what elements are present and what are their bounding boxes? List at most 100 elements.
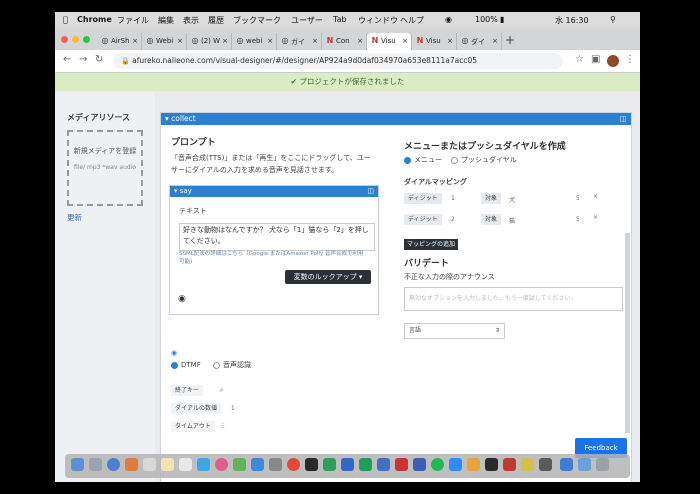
ssml-note-1[interactable]: SSML記法の詳細はこちら（Google またはAmazon Polly 音声合…	[179, 250, 363, 258]
tts-textarea[interactable]: 好きな動物はなんですか？ 犬なら「1」猫なら「2」を押してください。	[179, 223, 375, 251]
app-icon[interactable]	[323, 458, 336, 471]
chrome-icon[interactable]	[287, 458, 300, 471]
target-num-2[interactable]: 5	[576, 216, 580, 223]
close-tab-icon[interactable]: ×	[267, 37, 273, 45]
variable-lookup-button[interactable]: 変数のルックアップ ▾	[285, 270, 371, 284]
folder-icon[interactable]	[578, 458, 591, 471]
menu-user[interactable]: ユーザー	[291, 15, 323, 26]
radio-dtmf[interactable]: DTMF	[171, 360, 201, 371]
menu-help[interactable]: ヘルプ	[400, 15, 424, 26]
collapse-icon[interactable]: ▾	[174, 187, 178, 195]
scrollbar[interactable]	[625, 233, 630, 433]
menu-window[interactable]: ウィンドウ	[358, 15, 398, 26]
menu-edit[interactable]: 編集	[158, 15, 174, 26]
tab-2w[interactable]: ◎ (2) W ×	[187, 33, 232, 50]
say-header[interactable]: ▾ say ◫	[170, 186, 378, 197]
app-name[interactable]: Chrome	[77, 15, 112, 24]
spotify-icon[interactable]	[431, 458, 444, 471]
app-icon[interactable]	[485, 458, 498, 471]
app-icon[interactable]	[359, 458, 372, 471]
notes-icon[interactable]	[161, 458, 174, 471]
trash-icon[interactable]	[596, 458, 609, 471]
tab-visual-2[interactable]: N Visu ×	[412, 33, 457, 50]
minimize-window-button[interactable]	[72, 36, 79, 43]
radio-push[interactable]: プッシュダイヤル	[451, 155, 517, 166]
tab-guide[interactable]: ◎ ガイ ×	[277, 33, 322, 50]
media-dropzone[interactable]: 新規メディアを登録 file/ mp3 *wav audio	[67, 130, 143, 206]
app-icon[interactable]	[395, 458, 408, 471]
bookmark-star-icon[interactable]: ☆	[575, 54, 584, 65]
maximize-window-button[interactable]	[83, 36, 90, 43]
menu-file[interactable]: ファイル	[117, 15, 149, 26]
battery-level[interactable]: 100%	[475, 15, 498, 24]
tab-webi[interactable]: ◎ Webi ×	[142, 33, 187, 50]
close-tab-icon[interactable]: ×	[447, 37, 453, 45]
tab-dial[interactable]: ◎ ダイ ×	[457, 33, 502, 50]
clock[interactable]: 水 16:30	[555, 15, 589, 26]
menu-bookmarks[interactable]: ブックマーク	[233, 15, 281, 26]
add-icon[interactable]: ◉	[178, 294, 186, 304]
collapse-icon[interactable]: ▾	[165, 114, 169, 123]
radio-speech[interactable]: 音声認識	[213, 360, 251, 371]
facetime-icon[interactable]	[233, 458, 246, 471]
search-icon[interactable]: ⚲	[610, 15, 616, 24]
digit-value-2[interactable]: 2	[451, 216, 455, 223]
menu-view[interactable]: 表示	[183, 15, 199, 26]
trash-icon[interactable]: ◫	[367, 186, 374, 197]
collect-header[interactable]: ▾ collect ◫	[161, 113, 631, 125]
app-icon[interactable]	[467, 458, 480, 471]
refresh-link[interactable]: 更新	[67, 212, 82, 223]
remove-mapping-icon[interactable]: ×	[593, 193, 598, 200]
appstore-icon[interactable]	[251, 458, 264, 471]
calendar-icon[interactable]	[143, 458, 156, 471]
target-value-2[interactable]: 猫	[509, 216, 515, 225]
messages-icon[interactable]	[197, 458, 210, 471]
finder-icon[interactable]	[71, 458, 84, 471]
close-tab-icon[interactable]: ×	[312, 37, 318, 45]
zoom-icon[interactable]	[449, 458, 462, 471]
language-select[interactable]: 言語 ⇕	[404, 323, 505, 339]
wifi-icon[interactable]: ◉	[445, 15, 452, 24]
timeout-value[interactable]: 5	[221, 423, 225, 430]
url-field[interactable]: 🔒 afureko.nalieone.com/visual-designer/#…	[113, 53, 563, 69]
tab-airsh[interactable]: ◎ AirSh ×	[97, 33, 142, 50]
digit-value-1[interactable]: 1	[451, 195, 455, 202]
remove-mapping-icon[interactable]: ×	[593, 214, 598, 221]
app-icon[interactable]	[125, 458, 138, 471]
close-tab-icon[interactable]: ×	[402, 37, 408, 45]
photos-icon[interactable]	[215, 458, 228, 471]
target-num-1[interactable]: 5	[576, 195, 580, 202]
app-icon[interactable]	[341, 458, 354, 471]
app-icon[interactable]	[413, 458, 426, 471]
avatar[interactable]	[607, 55, 619, 67]
reload-icon[interactable]: ↻	[95, 54, 103, 65]
launchpad-icon[interactable]	[89, 458, 102, 471]
radio-menu[interactable]: メニュー	[404, 155, 442, 166]
safari-icon[interactable]	[107, 458, 120, 471]
reminders-icon[interactable]	[179, 458, 192, 471]
app-icon[interactable]	[521, 458, 534, 471]
add-icon[interactable]: ◉	[171, 349, 177, 357]
close-tab-icon[interactable]: ×	[492, 37, 498, 45]
menu-kebab-icon[interactable]: ⋮	[625, 54, 635, 65]
app-icon[interactable]	[539, 458, 552, 471]
close-tab-icon[interactable]: ×	[357, 37, 363, 45]
close-tab-icon[interactable]: ×	[222, 37, 228, 45]
digit-count-value[interactable]: 1	[231, 405, 235, 412]
extension-icon[interactable]: ▣	[591, 54, 600, 65]
close-tab-icon[interactable]: ×	[132, 37, 138, 45]
close-window-button[interactable]	[61, 36, 68, 43]
menu-tab[interactable]: Tab	[333, 15, 347, 24]
end-key-value[interactable]: #	[219, 387, 224, 394]
terminal-icon[interactable]	[305, 458, 318, 471]
apple-icon[interactable]: 	[63, 15, 68, 24]
add-mapping-button[interactable]: マッピングの追加	[404, 239, 459, 250]
tab-visual-designer[interactable]: N Visu ×	[367, 33, 412, 50]
close-tab-icon[interactable]: ×	[177, 37, 183, 45]
back-icon[interactable]: ←	[63, 54, 71, 65]
trash-icon[interactable]: ◫	[620, 113, 627, 125]
app-icon[interactable]	[503, 458, 516, 471]
tab-con[interactable]: N Con ×	[322, 33, 367, 50]
tab-webi-2[interactable]: ◎ webi ×	[232, 33, 277, 50]
settings-icon[interactable]	[269, 458, 282, 471]
